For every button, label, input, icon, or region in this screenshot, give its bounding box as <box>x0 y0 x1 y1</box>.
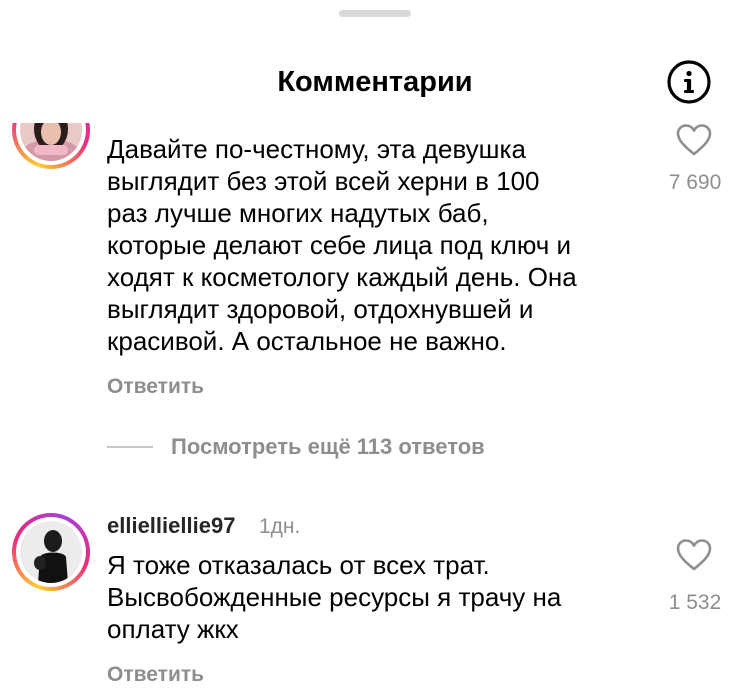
reply-button[interactable]: Ответить <box>107 661 204 689</box>
comment-timestamp: 1дн. <box>259 515 301 538</box>
comments-list[interactable]: Давайте по-честному, эта девушка выгляди… <box>0 123 750 694</box>
comment-text: Я тоже отказалась от всех трат. Высвобож… <box>107 550 562 644</box>
view-more-replies-button[interactable]: Посмотреть ещё 113 ответов <box>107 429 485 465</box>
avatar[interactable] <box>12 513 90 591</box>
like-button[interactable] <box>676 538 712 572</box>
heart-icon <box>676 539 712 571</box>
info-button[interactable] <box>666 59 712 105</box>
like-count: 1 532 <box>668 591 722 614</box>
page-title: Комментарии <box>277 66 473 98</box>
like-button[interactable] <box>676 123 712 157</box>
sheet-grabber-handle[interactable] <box>339 10 411 17</box>
replies-divider-line <box>107 446 153 448</box>
like-count: 7 690 <box>668 171 722 194</box>
avatar-photo <box>20 123 82 161</box>
heart-icon <box>676 124 712 156</box>
info-icon <box>667 60 711 104</box>
comments-sheet: Комментарии Давайте по-честному, эта дев… <box>0 0 750 694</box>
comment-username[interactable]: ellielliellie97 <box>107 512 235 540</box>
reply-button[interactable]: Ответить <box>107 373 204 401</box>
avatar[interactable] <box>12 123 90 169</box>
avatar-photo <box>20 521 82 583</box>
comment-text: Давайте по-честному, эта девушка выгляди… <box>107 134 577 356</box>
view-replies-label: Посмотреть ещё 113 ответов <box>171 434 485 459</box>
